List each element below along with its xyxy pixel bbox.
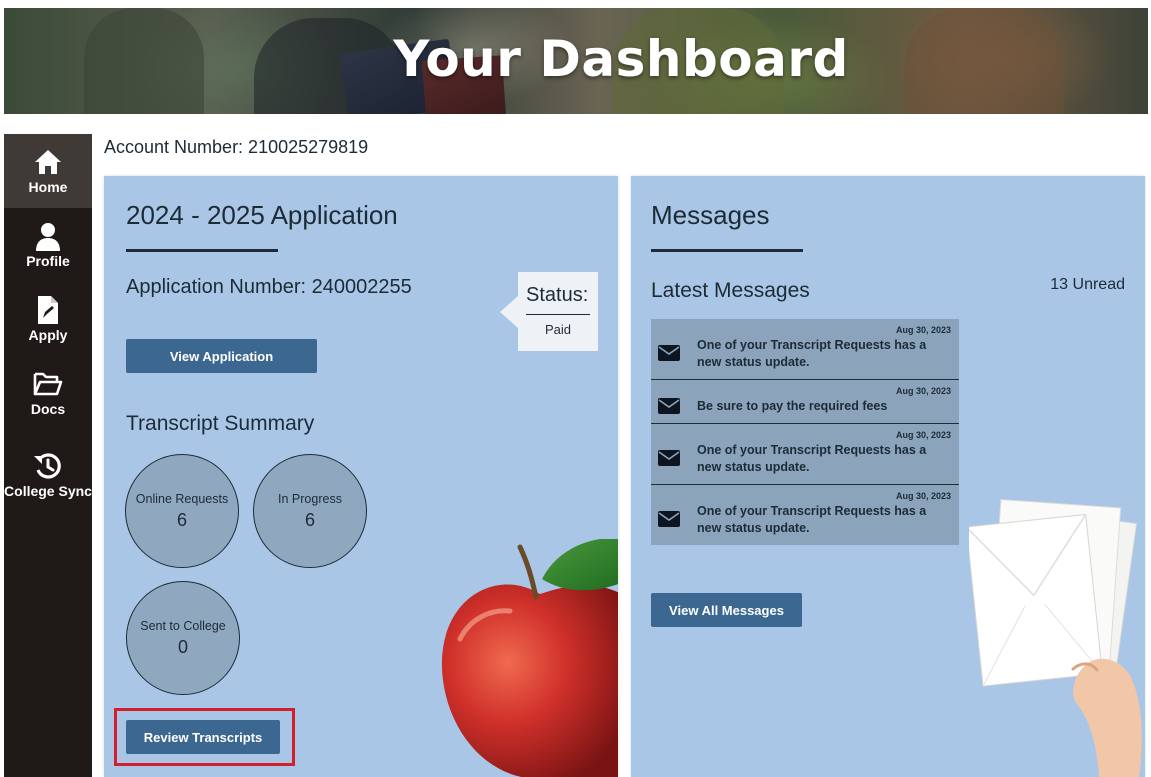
message-list: Aug 30, 2023 One of your Transcript Requ… bbox=[651, 319, 959, 545]
sidebar-item-profile[interactable]: Profile bbox=[4, 208, 92, 282]
application-title: 2024 - 2025 Application bbox=[126, 200, 398, 230]
status-label: Status: bbox=[526, 284, 589, 306]
user-icon bbox=[33, 221, 63, 251]
application-card: 2024 - 2025 Application Application Numb… bbox=[104, 176, 618, 777]
message-text: One of your Transcript Requests has a ne… bbox=[697, 443, 927, 474]
transcript-summary-title: Transcript Summary bbox=[126, 412, 315, 435]
review-transcripts-button[interactable]: Review Transcripts bbox=[126, 720, 280, 754]
account-number: Account Number: 210025279819 bbox=[104, 137, 369, 157]
sidebar-item-home[interactable]: Home bbox=[4, 134, 92, 208]
page-title: Your Dashboard bbox=[393, 30, 849, 88]
status-callout: Status: Paid bbox=[500, 272, 598, 351]
folder-open-icon bbox=[33, 369, 63, 399]
messages-card: Messages Latest Messages 13 Unread Aug 3… bbox=[631, 176, 1145, 777]
message-item[interactable]: Aug 30, 2023 One of your Transcript Requ… bbox=[651, 424, 959, 485]
stat-value: 6 bbox=[176, 509, 187, 530]
message-item[interactable]: Aug 30, 2023 One of your Transcript Requ… bbox=[651, 319, 959, 380]
sidebar-item-apply[interactable]: Apply bbox=[4, 282, 92, 356]
sent-to-college-stat: Sent to College 0 bbox=[126, 581, 240, 695]
envelope-icon bbox=[658, 345, 680, 361]
message-date: Aug 30, 2023 bbox=[895, 491, 951, 501]
stat-label: In Progress bbox=[278, 491, 342, 506]
unread-count: 13 Unread bbox=[1050, 276, 1125, 293]
stat-label: Online Requests bbox=[135, 491, 229, 506]
sidebar-item-label: College Sync bbox=[4, 482, 92, 499]
apple-illustration bbox=[441, 539, 618, 777]
latest-messages-title: Latest Messages bbox=[651, 279, 810, 302]
sidebar-item-college-sync[interactable]: College Sync bbox=[4, 430, 92, 520]
stat-label: Sent to College bbox=[140, 618, 226, 633]
view-all-messages-button[interactable]: View All Messages bbox=[651, 593, 802, 627]
sidebar-item-label: Home bbox=[28, 178, 68, 195]
sidebar-item-label: Docs bbox=[30, 400, 66, 417]
message-item[interactable]: Aug 30, 2023 Be sure to pay the required… bbox=[651, 380, 959, 424]
message-item[interactable]: Aug 30, 2023 One of your Transcript Requ… bbox=[651, 485, 959, 545]
envelope-icon bbox=[658, 511, 680, 527]
messages-title: Messages bbox=[651, 200, 770, 230]
stat-value: 0 bbox=[177, 636, 188, 657]
message-text: Be sure to pay the required fees bbox=[697, 399, 888, 413]
envelope-icon bbox=[658, 450, 680, 466]
home-icon bbox=[33, 147, 63, 177]
message-date: Aug 30, 2023 bbox=[895, 325, 951, 335]
title-underline bbox=[126, 249, 278, 252]
application-number: Application Number: 240002255 bbox=[126, 276, 412, 298]
sidebar-nav: Home Profile Apply Docs College Sync bbox=[4, 134, 92, 777]
message-date: Aug 30, 2023 bbox=[895, 430, 951, 440]
document-edit-icon bbox=[33, 295, 63, 325]
stat-value: 6 bbox=[304, 509, 315, 530]
envelope-icon bbox=[658, 397, 680, 414]
message-text: One of your Transcript Requests has a ne… bbox=[697, 338, 927, 369]
dashboard-banner: Your Dashboard bbox=[4, 8, 1148, 114]
message-date: Aug 30, 2023 bbox=[895, 386, 951, 396]
in-progress-stat: In Progress 6 bbox=[253, 454, 367, 568]
online-requests-stat: Online Requests 6 bbox=[125, 454, 239, 568]
status-divider bbox=[526, 314, 590, 315]
sidebar-item-label: Profile bbox=[26, 252, 70, 269]
sidebar-item-label: Apply bbox=[28, 326, 68, 343]
envelopes-illustration bbox=[969, 499, 1142, 777]
message-text: One of your Transcript Requests has a ne… bbox=[697, 504, 927, 535]
status-value: Paid bbox=[544, 322, 572, 337]
title-underline bbox=[651, 249, 803, 252]
view-application-button[interactable]: View Application bbox=[126, 339, 317, 373]
sidebar-item-docs[interactable]: Docs bbox=[4, 356, 92, 430]
history-icon bbox=[33, 451, 63, 481]
